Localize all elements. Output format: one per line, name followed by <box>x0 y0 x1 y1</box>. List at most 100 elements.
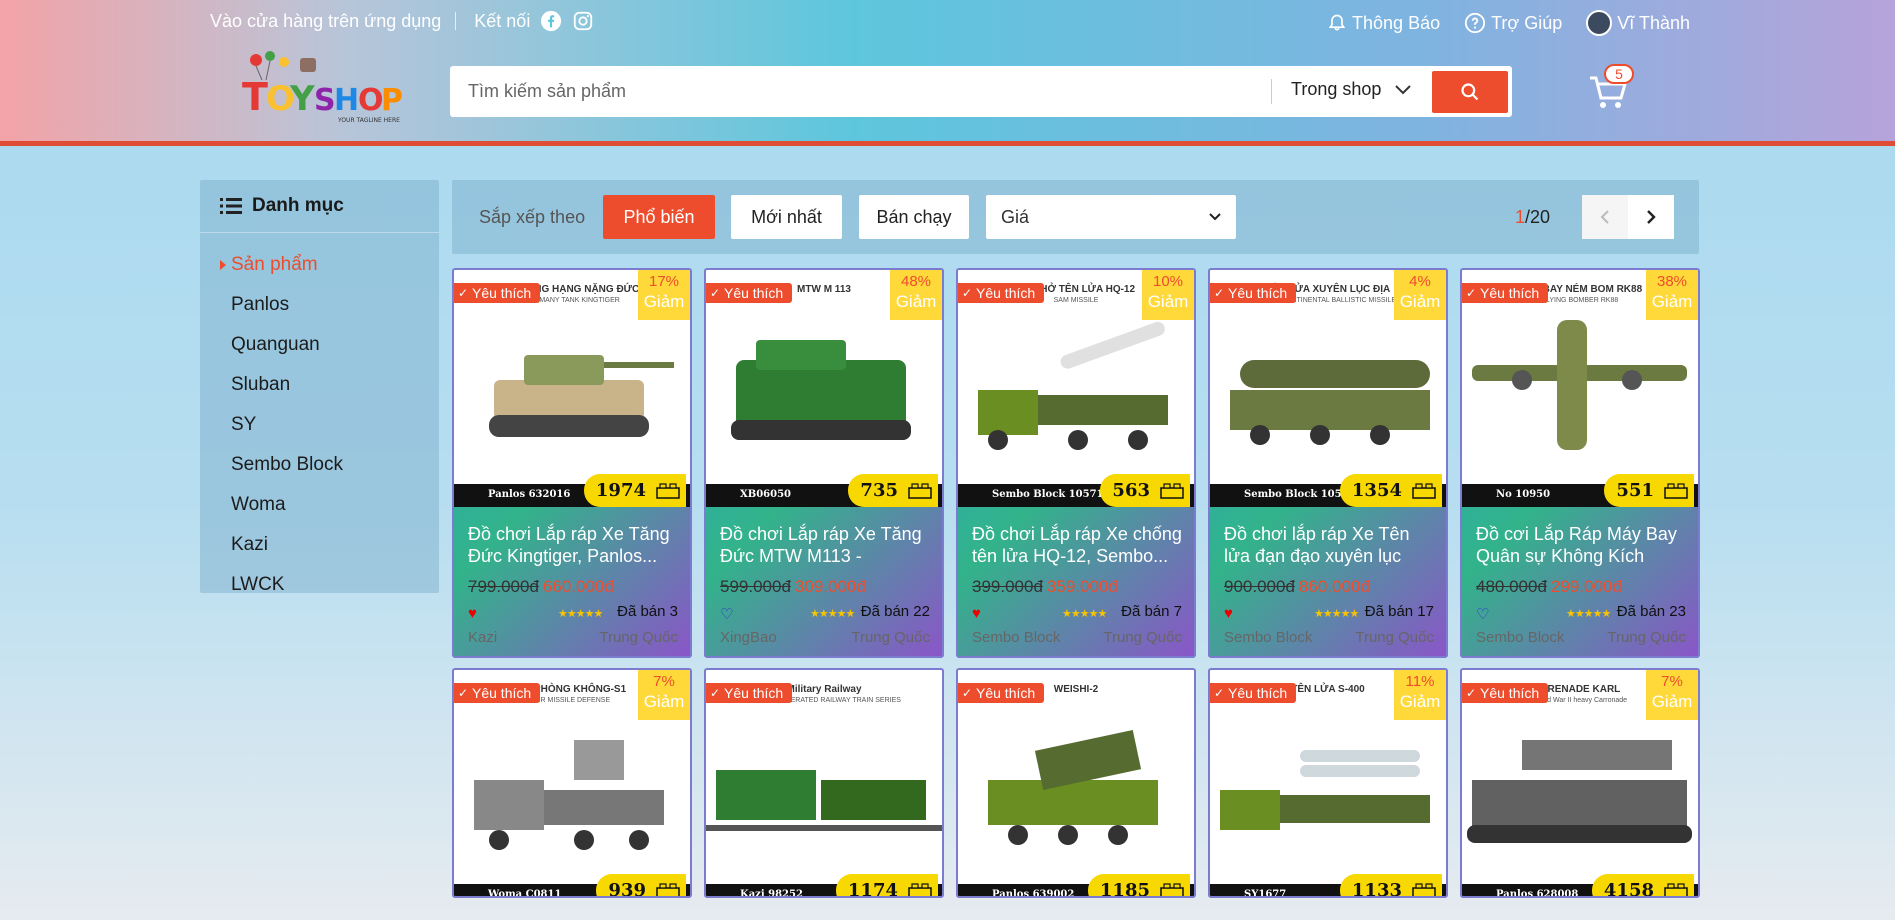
discount-badge: 7% Giảm <box>1646 670 1698 720</box>
discount-percent: 10% <box>1152 273 1184 290</box>
category-sidebar: Danh mục Sản phẩm Panlos Quanguan Sluban… <box>200 180 439 595</box>
next-page-button[interactable] <box>1628 195 1674 239</box>
product-image[interactable]: Military Railway MILITARY OPERATED RAILWA… <box>706 670 942 896</box>
site-header: Vào cửa hàng trên ứng dụng Kết nối Thông… <box>0 0 1895 146</box>
product-brand: Sembo Block <box>1224 629 1313 646</box>
product-card[interactable]: MTW M 113XB06050735Yêu thích48%GiảmĐồ ch… <box>704 268 944 658</box>
sort-popular-button[interactable]: Phổ biến <box>603 195 715 239</box>
help-link[interactable]: Trợ Giúp <box>1464 12 1562 34</box>
product-name[interactable]: Đồ chơi Lắp ráp Xe Tăng Đức MTW M113 - X… <box>720 523 932 567</box>
sidebar-item-kazi[interactable]: Kazi <box>200 525 439 565</box>
product-card[interactable]: XE PHÒNG KHÔNG-S1 AIR MISSILE DEFENSE Woma… <box>452 668 692 898</box>
notifications-link[interactable]: Thông Báo <box>1327 13 1440 34</box>
help-icon <box>1465 12 1486 34</box>
search-button[interactable] <box>1432 71 1508 113</box>
app-store-link[interactable]: Vào cửa hàng trên ứng dụng <box>210 11 441 32</box>
product-card[interactable]: GRENADE KARL World War II heavy Carronade… <box>1460 668 1700 898</box>
brick-icon <box>656 483 680 499</box>
brick-icon <box>908 883 932 896</box>
sidebar-item-sembo-block[interactable]: Sembo Block <box>200 445 439 485</box>
search-scope-select[interactable]: Trong shop <box>1291 79 1412 100</box>
discount-badge: 4% Giảm <box>1394 270 1446 320</box>
discount-percent: 48% <box>900 273 932 290</box>
product-photo <box>988 730 1158 845</box>
discount-label: Giảm <box>895 292 937 311</box>
product-prices: 799.000đ 660.000đ <box>468 577 614 597</box>
discount-percent: 38% <box>1656 273 1688 290</box>
sold-count: Đã bán 23 <box>1616 603 1686 620</box>
help-label: Trợ Giúp <box>1491 12 1563 33</box>
original-price: 399.000đ <box>972 577 1043 596</box>
instagram-icon[interactable] <box>572 10 594 32</box>
favorite-tag: Yêu thích <box>706 283 793 303</box>
brick-icon <box>1664 483 1688 499</box>
original-price: 799.000đ <box>468 577 539 596</box>
sale-price: 309.000đ <box>794 577 866 596</box>
product-card[interactable]: TÊN LỬA S-400SY16771133Yêu thích11%Giảm <box>1208 668 1448 898</box>
price-sort-select[interactable]: Giá <box>986 195 1236 239</box>
product-origin: Trung Quốc <box>599 629 678 646</box>
sidebar-item-sy[interactable]: SY <box>200 405 439 445</box>
product-image[interactable]: WEISHI-2 Panlos 639002 1185 <box>958 670 1194 896</box>
brick-icon <box>656 883 680 896</box>
heart-icon[interactable]: ♥ <box>468 605 477 622</box>
heart-icon[interactable]: ♡ <box>1476 605 1489 623</box>
prev-page-button[interactable] <box>1582 195 1628 239</box>
chevron-left-icon <box>1600 210 1609 224</box>
brick-icon <box>1160 483 1184 499</box>
favorite-tag: Yêu thích <box>1462 283 1549 303</box>
model-number: SY1677 <box>1244 889 1287 898</box>
category-title: Danh mục <box>252 195 344 216</box>
rating-stars-icon: ★★★★★ <box>558 608 603 620</box>
sold-count: Đã bán 17 <box>1364 603 1434 620</box>
sort-bestseller-button[interactable]: Bán chạy <box>859 195 969 239</box>
sold-count: Đã bán 22 <box>860 603 930 620</box>
sidebar-item-woma[interactable]: Woma <box>200 485 439 525</box>
product-name[interactable]: Đồ chơi Lắp ráp Xe Tăng Đức Kingtiger, P… <box>468 523 680 567</box>
product-prices: 599.000đ 309.000đ <box>720 577 866 597</box>
original-price: 480.000đ <box>1476 577 1547 596</box>
heart-icon[interactable]: ♥ <box>972 605 981 622</box>
original-price: 900.000đ <box>1224 577 1295 596</box>
discount-label: Giảm <box>1651 292 1693 311</box>
list-icon <box>220 198 242 214</box>
sidebar-item-quanguan[interactable]: Quanguan <box>200 325 439 365</box>
product-brand: Sembo Block <box>972 629 1061 646</box>
discount-badge: 11% Giảm <box>1394 670 1446 720</box>
product-name[interactable]: Đồ cơi Lắp Ráp Máy Bay Quân sự Không Kíc… <box>1476 523 1688 567</box>
original-price: 599.000đ <box>720 577 791 596</box>
discount-label: Giảm <box>643 692 685 711</box>
discount-label: Giảm <box>1399 692 1441 711</box>
toyshop-logo[interactable]: T O Y S H O P YOUR TAGLINE HERE <box>238 50 410 128</box>
product-card[interactable]: XE TĂNG HẠNG NẶNG ĐỨC GERMANY TANK KINGTI… <box>452 268 692 658</box>
heart-icon[interactable]: ♥ <box>1224 605 1233 622</box>
svg-text:S: S <box>314 83 336 118</box>
sidebar-item-panlos[interactable]: Panlos <box>200 285 439 325</box>
discount-percent: 7% <box>1661 673 1683 690</box>
product-brand: Kazi <box>468 629 498 646</box>
sidebar-item-san-pham[interactable]: Sản phẩm <box>200 245 439 285</box>
favorite-tag: Yêu thích <box>1462 683 1549 703</box>
sidebar-item-sluban[interactable]: Sluban <box>200 365 439 405</box>
divider <box>455 12 457 30</box>
product-card[interactable]: WEISHI-2Panlos 6390021185Yêu thích <box>956 668 1196 898</box>
heart-icon[interactable]: ♡ <box>720 605 733 623</box>
facebook-icon[interactable] <box>540 10 562 32</box>
product-card[interactable]: Military Railway MILITARY OPERATED RAILWA… <box>704 668 944 898</box>
brick-icon <box>908 483 932 499</box>
product-card[interactable]: XE CHỞ TÊN LỬA HQ-12 SAM MISSILE Sembo Blo… <box>956 268 1196 658</box>
chevron-down-icon <box>1209 213 1221 221</box>
discount-label: Giảm <box>1399 292 1441 311</box>
search-input[interactable]: Tìm kiếm sản phẩm <box>468 81 626 102</box>
svg-text:P: P <box>381 83 403 118</box>
product-card[interactable]: TÊN LỬA XUYÊN LỤC ĐỊA INTERCONTINENTAL BA… <box>1208 268 1448 658</box>
sort-bar: Sắp xếp theo Phổ biến Mới nhất Bán chạy … <box>452 180 1699 254</box>
favorite-tag: Yêu thích <box>1210 683 1297 703</box>
user-menu[interactable]: Vĩ Thành <box>1586 10 1690 36</box>
product-name[interactable]: Đồ chơi lắp ráp Xe Tên lửa đạn đạo xuyên… <box>1224 523 1436 567</box>
sidebar-item-lwck[interactable]: LWCK <box>200 565 439 605</box>
product-card[interactable]: MÁY BAY NÉM BOM RK88 FLYING BOMBER RK88 No… <box>1460 268 1700 658</box>
product-name[interactable]: Đồ chơi Lắp ráp Xe chống tên lửa HQ-12, … <box>972 523 1184 567</box>
sort-newest-button[interactable]: Mới nhất <box>731 195 842 239</box>
divider <box>1271 79 1272 104</box>
